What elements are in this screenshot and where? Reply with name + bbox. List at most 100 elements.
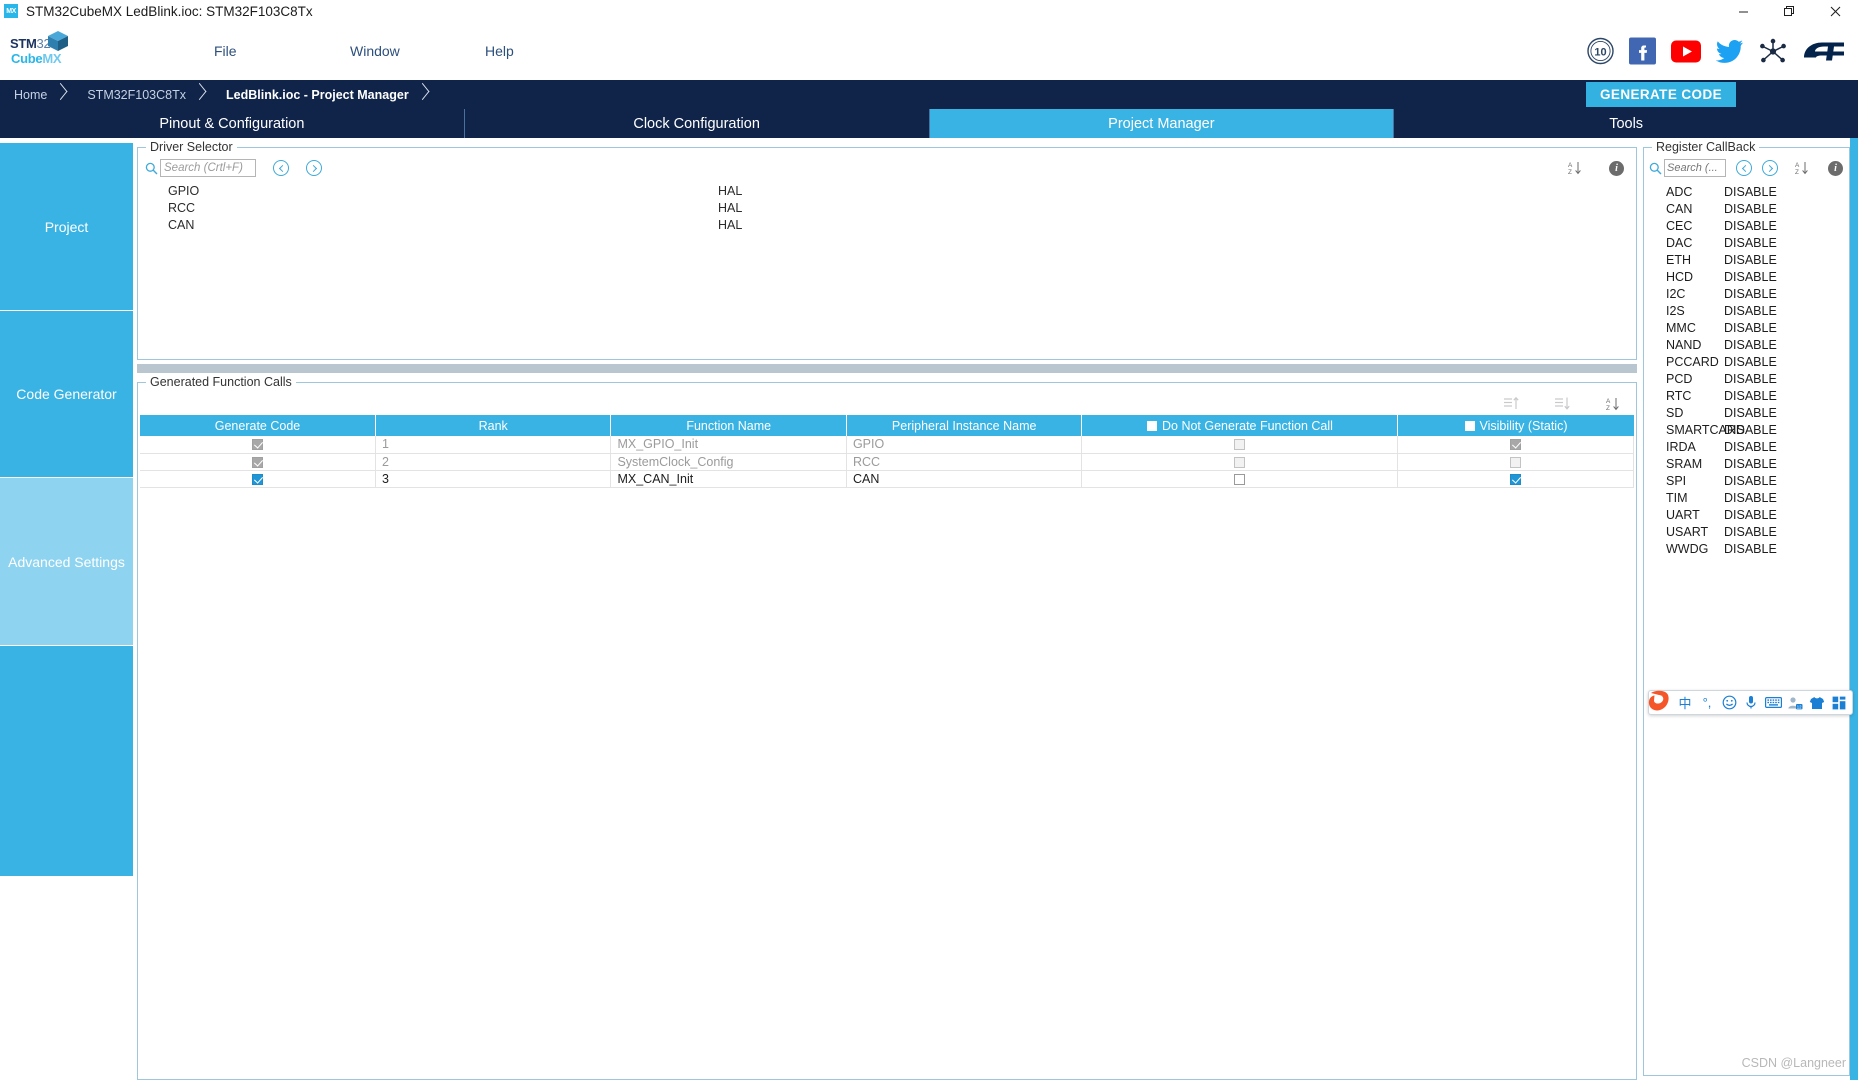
register-callback-row[interactable]: MMC DISABLE — [1644, 321, 1849, 338]
column-checkbox-do-not-generate[interactable] — [1147, 420, 1157, 431]
tab-clock-configuration[interactable]: Clock Configuration — [464, 109, 930, 138]
register-callback-row[interactable]: NAND DISABLE — [1644, 338, 1849, 355]
generate-code-checkbox[interactable] — [251, 456, 263, 468]
table-row[interactable]: 1 MX_GPIO_Init GPIO — [140, 436, 1634, 454]
column-do-not-generate-function-call[interactable]: Do Not Generate Function Call — [1081, 415, 1399, 436]
user-center-icon[interactable]: 12 — [1785, 692, 1805, 713]
twitter-icon[interactable] — [1716, 39, 1744, 63]
generate-code-button[interactable]: GENERATE CODE — [1586, 82, 1736, 107]
register-callback-row[interactable]: TIM DISABLE — [1644, 491, 1849, 508]
move-down-icon[interactable] — [1554, 396, 1571, 411]
column-function-name[interactable]: Function Name — [610, 415, 847, 436]
chinese-mode-icon[interactable]: 中 — [1675, 692, 1695, 713]
info-icon[interactable]: i — [1609, 160, 1624, 176]
restore-button[interactable] — [1766, 0, 1812, 22]
menu-file[interactable]: File — [214, 43, 237, 59]
register-callback-row[interactable]: SD DISABLE — [1644, 406, 1849, 423]
horizontal-splitter[interactable] — [137, 364, 1637, 373]
register-callback-row[interactable]: PCCARD DISABLE — [1644, 355, 1849, 372]
column-peripheral-instance-name[interactable]: Peripheral Instance Name — [846, 415, 1083, 436]
ten-years-badge-icon[interactable]: 10 — [1587, 37, 1614, 65]
previous-button[interactable] — [273, 160, 289, 176]
do-not-generate-checkbox[interactable] — [1234, 439, 1246, 451]
breadcrumb-item-mcu[interactable]: STM32F103C8Tx — [73, 80, 192, 109]
driver-search-input[interactable] — [160, 159, 256, 177]
cell-generate-code[interactable] — [140, 436, 376, 454]
generate-code-checkbox[interactable] — [251, 473, 263, 485]
register-callback-row[interactable]: SRAM DISABLE — [1644, 457, 1849, 474]
driver-row[interactable]: GPIO HAL — [138, 184, 1636, 201]
st-community-icon[interactable] — [1759, 38, 1787, 64]
register-callback-row[interactable]: SMARTCARD DISABLE — [1644, 423, 1849, 440]
column-checkbox-visibility[interactable] — [1464, 420, 1475, 431]
driver-row[interactable]: RCC HAL — [138, 201, 1636, 218]
previous-button[interactable] — [1736, 160, 1752, 176]
table-row[interactable]: 3 MX_CAN_Init CAN — [140, 470, 1634, 488]
driver-row[interactable]: CAN HAL — [138, 218, 1636, 235]
sogou-logo-icon[interactable] — [1647, 689, 1673, 712]
visibility-checkbox[interactable] — [1510, 439, 1522, 451]
punctuation-mode-icon[interactable]: °, — [1697, 692, 1717, 713]
column-visibility-static[interactable]: Visibility (Static) — [1397, 415, 1634, 436]
cell-visibility[interactable] — [1397, 453, 1634, 471]
visibility-checkbox[interactable] — [1510, 473, 1522, 485]
register-callback-row[interactable]: WWDG DISABLE — [1644, 542, 1849, 559]
cell-visibility[interactable] — [1397, 470, 1634, 488]
breadcrumb-item-home[interactable]: Home — [0, 80, 53, 109]
register-callback-row[interactable]: ADC DISABLE — [1644, 185, 1849, 202]
cell-generate-code[interactable] — [140, 470, 376, 488]
sidebar-item-code-generator[interactable]: Code Generator — [0, 311, 133, 478]
tab-project-manager[interactable]: Project Manager — [929, 109, 1395, 138]
sort-alphabetical-icon[interactable]: A Z — [1794, 160, 1810, 176]
menu-help[interactable]: Help — [485, 43, 514, 59]
info-icon[interactable]: i — [1828, 160, 1843, 176]
next-button[interactable] — [306, 160, 322, 176]
soft-keyboard-icon[interactable] — [1763, 692, 1783, 713]
visibility-checkbox[interactable] — [1510, 456, 1522, 468]
cell-visibility[interactable] — [1397, 436, 1634, 454]
register-callback-row[interactable]: DAC DISABLE — [1644, 236, 1849, 253]
cell-do-not-generate[interactable] — [1081, 436, 1399, 454]
sidebar-item-project[interactable]: Project — [0, 143, 133, 311]
generate-code-checkbox[interactable] — [251, 439, 263, 451]
move-up-icon[interactable] — [1503, 396, 1520, 411]
do-not-generate-checkbox[interactable] — [1234, 456, 1246, 468]
tab-pinout-configuration[interactable]: Pinout & Configuration — [0, 109, 465, 138]
register-callback-row[interactable]: SPI DISABLE — [1644, 474, 1849, 491]
st-logo-icon[interactable] — [1802, 38, 1846, 64]
tab-tools[interactable]: Tools — [1394, 109, 1858, 138]
column-rank[interactable]: Rank — [375, 415, 612, 436]
breadcrumb-item-current[interactable]: LedBlink.ioc - Project Manager — [212, 80, 415, 109]
do-not-generate-checkbox[interactable] — [1234, 473, 1246, 485]
toolbox-icon[interactable] — [1829, 692, 1849, 713]
youtube-icon[interactable] — [1671, 40, 1701, 62]
register-callback-row[interactable]: I2S DISABLE — [1644, 304, 1849, 321]
cell-do-not-generate[interactable] — [1081, 453, 1399, 471]
register-callback-row[interactable]: HCD DISABLE — [1644, 270, 1849, 287]
table-row[interactable]: 2 SystemClock_Config RCC — [140, 453, 1634, 471]
register-callback-row[interactable]: IRDA DISABLE — [1644, 440, 1849, 457]
register-callback-row[interactable]: USART DISABLE — [1644, 525, 1849, 542]
voice-input-icon[interactable] — [1741, 692, 1761, 713]
register-callback-row[interactable]: CAN DISABLE — [1644, 202, 1849, 219]
register-callback-search-input[interactable] — [1664, 159, 1726, 177]
register-callback-row[interactable]: CEC DISABLE — [1644, 219, 1849, 236]
sort-alphabetical-icon[interactable]: A Z — [1567, 160, 1583, 176]
sort-alphabetical-icon[interactable]: A Z — [1605, 396, 1622, 412]
emoji-icon[interactable] — [1719, 692, 1739, 713]
register-callback-row[interactable]: RTC DISABLE — [1644, 389, 1849, 406]
cell-generate-code[interactable] — [140, 453, 376, 471]
register-callback-row[interactable]: PCD DISABLE — [1644, 372, 1849, 389]
cell-do-not-generate[interactable] — [1081, 470, 1399, 488]
register-callback-row[interactable]: I2C DISABLE — [1644, 287, 1849, 304]
menu-window[interactable]: Window — [350, 43, 400, 59]
minimize-button[interactable] — [1720, 0, 1766, 22]
next-button[interactable] — [1762, 160, 1778, 176]
sidebar-item-advanced-settings[interactable]: Advanced Settings — [0, 478, 133, 646]
column-generate-code[interactable]: Generate Code — [140, 415, 376, 436]
register-callback-row[interactable]: UART DISABLE — [1644, 508, 1849, 525]
register-callback-row[interactable]: ETH DISABLE — [1644, 253, 1849, 270]
facebook-icon[interactable] — [1629, 37, 1656, 65]
close-button[interactable] — [1812, 0, 1858, 22]
skin-icon[interactable] — [1807, 692, 1827, 713]
